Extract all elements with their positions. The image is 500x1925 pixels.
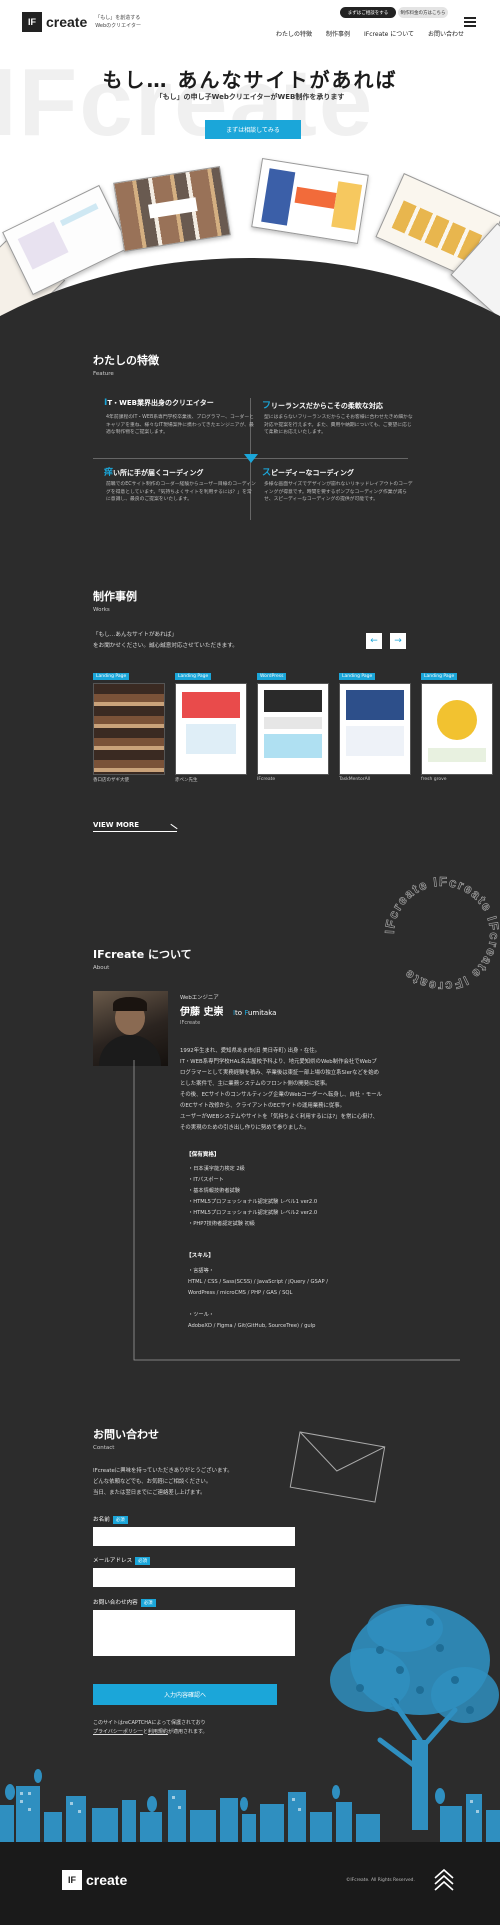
logo-mark: IF	[22, 12, 42, 32]
nav-item-contact[interactable]: お問い合わせ	[428, 29, 464, 38]
contact-intro: IFcreateに興味を持っていただきありがとうございます。 どんな依頼などでも…	[93, 1468, 233, 1496]
svg-text:IFcreate IFcreate IFcreate IFc: IFcreate IFcreate IFcreate IFcreate	[382, 874, 500, 994]
price-button-top[interactable]: 制作料金の方はこちら	[398, 7, 448, 18]
copyright: ©IFcreate. All Rights Reserved.	[346, 1878, 415, 1883]
logo-word: create	[46, 14, 88, 30]
global-nav: わたしの特徴 制作事例 IFcreate について お問い合わせ	[276, 29, 464, 38]
profile-name-en: Ito Fumitaka	[232, 1009, 277, 1017]
view-more-link[interactable]: VIEW MORE	[93, 821, 177, 832]
feature-text-1: 4年前課程のIT・WEB系専門学校卒業後、プログラマー、コーダーとキャリアを重ね…	[106, 415, 254, 436]
contact-en: Contact	[93, 1445, 115, 1451]
tree-and-city-illustration	[0, 1604, 500, 1842]
carousel-slide	[113, 165, 231, 253]
work-thumbnail	[93, 683, 165, 775]
work-name: 香口店のザギ大使	[93, 778, 129, 783]
works-next-button[interactable]: →	[390, 633, 406, 649]
feature-title: わたしの特徴	[93, 354, 159, 367]
footer: IF create ©IFcreate. All Rights Reserved…	[0, 1842, 500, 1925]
work-name: TaskMentorAll	[339, 777, 371, 782]
envelope-icon	[289, 1431, 386, 1503]
nav-item-works[interactable]: 制作事例	[326, 29, 350, 38]
works-description-line1: 「もし…あんなサイトがあれば」	[93, 632, 177, 638]
work-tag: Landing Page	[421, 673, 458, 680]
work-tag: Landing Page	[93, 673, 130, 680]
feature-heading-4: スピーディーなコーディング	[262, 468, 355, 478]
contact-title: お問い合わせ	[93, 1428, 159, 1441]
email-input[interactable]	[93, 1568, 295, 1587]
works-description-line2: をお聞かせください。誠心誠意対応させていただきます。	[93, 643, 238, 649]
logo-tagline-line1: 「もし」を創造する	[95, 15, 141, 21]
work-card[interactable]: Landing Page 香口店のザギ大使	[93, 662, 165, 783]
works-description: 「もし…あんなサイトがあれば」 をお聞かせください。誠心誠意対応させていただきま…	[93, 630, 313, 652]
profile-name: 伊藤 史崇 Ito Fumitaka	[180, 1003, 276, 1018]
work-name: 赤ペン先生	[175, 778, 198, 783]
work-tag: WordPress	[257, 673, 287, 680]
feature-heading-3: 痒い所に手が届くコーディング	[104, 468, 204, 478]
hero-consult-button[interactable]: まずは相談してみる	[205, 120, 301, 139]
profile-role: Webエンジニア	[180, 995, 219, 1001]
site-logo[interactable]: IF create 「もし」を創造する Webのクリエイター	[22, 12, 145, 32]
name-label: お名前 必須	[93, 1515, 128, 1524]
work-name: IFcreate	[257, 777, 276, 782]
work-card[interactable]: Landing Page TaskMentorAll	[339, 662, 411, 782]
decorative-line-art	[133, 1060, 460, 1503]
back-to-top-icon[interactable]	[432, 1868, 456, 1892]
feature-text-4: 多様な画面サイズでデザインが崩れないリキッドレイアウトのコーディングが得意です。…	[264, 482, 413, 503]
nav-item-feature[interactable]: わたしの特徴	[276, 29, 312, 38]
about-en: About	[93, 965, 110, 971]
works-en: Works	[93, 607, 110, 613]
feature-en: Feature	[93, 371, 114, 377]
about-title: IFcreate について	[93, 948, 192, 961]
footer-logo-mark: IF	[62, 1870, 82, 1890]
work-card[interactable]: Landing Page fresh grove	[421, 662, 493, 782]
feature-text-3: 前職でのECサイト制作のコーダー経験からユーザー目線のコーディングを得意としてい…	[106, 482, 256, 503]
feature-heading-2: フリーランスだからこその柔軟な対応	[262, 401, 383, 411]
works-prev-button[interactable]: ←	[366, 633, 382, 649]
carousel-slide	[251, 157, 369, 245]
work-thumbnail	[257, 683, 329, 775]
consult-button-top[interactable]: まずはご相談をする	[340, 7, 396, 18]
work-card[interactable]: WordPress IFcreate	[257, 662, 329, 782]
feature-heading-1: IT・WEB業界出身のクリエイター	[104, 398, 214, 408]
hero-subtitle: 「もし」の申し子WebクリエイターがWEB制作を承ります	[155, 93, 345, 101]
work-card[interactable]: Landing Page 赤ペン先生	[175, 662, 247, 783]
feature-text-2: 型にはまらないフリーランスだからこそお客様に合わせたきめ細かな対応や提案を行えま…	[264, 415, 413, 436]
name-input[interactable]	[93, 1527, 295, 1546]
footer-logo-word: create	[86, 1872, 128, 1888]
profile-name-jp: 伊藤 史崇	[180, 1007, 224, 1018]
logo-tagline: 「もし」を創造する Webのクリエイター	[95, 14, 145, 30]
profile-photo	[93, 991, 168, 1066]
work-thumbnail	[421, 683, 493, 775]
nav-item-about[interactable]: IFcreate について	[364, 29, 414, 38]
hamburger-menu-icon[interactable]	[464, 17, 476, 29]
email-label: メールアドレス 必須	[93, 1556, 150, 1565]
rotating-text-circle: IFcreate IFcreate IFcreate IFcreate	[382, 874, 500, 994]
work-tag: Landing Page	[175, 673, 212, 680]
work-tag: Landing Page	[339, 673, 376, 680]
profile-company: IFcreate	[180, 1020, 201, 1026]
logo-tagline-line2: Webのクリエイター	[95, 23, 141, 29]
work-thumbnail	[339, 683, 411, 775]
works-title: 制作事例	[93, 590, 137, 603]
rotating-text: IFcreate IFcreate IFcreate IFcreate	[382, 874, 500, 994]
work-thumbnail	[175, 683, 247, 775]
work-name: fresh grove	[421, 777, 447, 782]
hero-section: IFcreate IF create 「もし」を創造する Webのクリエイター …	[0, 0, 500, 360]
hero-title: もし… あんなサイトがあれば	[102, 68, 398, 92]
required-badge: 必須	[135, 1556, 150, 1565]
required-badge: 必須	[112, 1515, 128, 1524]
feature-center-mark	[244, 454, 258, 463]
footer-logo[interactable]: IF create	[62, 1870, 127, 1890]
